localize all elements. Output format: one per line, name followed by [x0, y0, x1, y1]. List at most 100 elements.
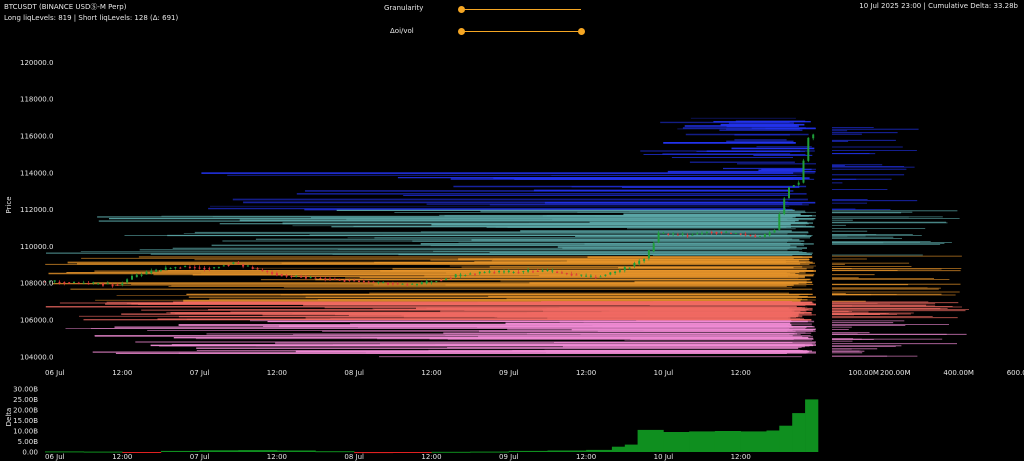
candle-body — [710, 232, 713, 234]
profile-axis-tick-label: 400.00M — [943, 369, 974, 377]
candle-body — [140, 274, 143, 276]
candle-body — [454, 274, 457, 278]
candle-body — [111, 284, 114, 287]
candle-body — [623, 267, 626, 271]
candle-body — [348, 280, 351, 282]
price-axis-label: Price — [5, 196, 13, 213]
candle-body — [503, 271, 505, 273]
candle-body — [319, 278, 322, 279]
candle-body — [532, 271, 534, 273]
candle-body — [763, 234, 766, 237]
candle-body — [488, 271, 491, 273]
candle-body — [217, 266, 220, 268]
delta-axis-label: Delta — [5, 408, 13, 427]
delta-bar — [766, 430, 780, 452]
candle-body — [401, 283, 404, 285]
candle-body — [430, 281, 433, 283]
candle-body — [792, 185, 795, 187]
candle-body — [657, 232, 660, 243]
candle-body — [58, 281, 61, 284]
delta-time-axis-tick-label: 12:00 — [267, 453, 287, 461]
candle-body — [271, 272, 274, 275]
candle-body — [82, 282, 85, 284]
candle-body — [546, 270, 549, 271]
delta-axis-tick-label: 20.00B — [13, 406, 38, 414]
candle-body — [203, 267, 206, 270]
candle-body — [483, 271, 486, 273]
candle-body — [522, 271, 525, 273]
candle-body — [580, 274, 583, 276]
candle-body — [449, 278, 452, 280]
delta-bar — [637, 429, 664, 452]
delta-time-axis-tick-label: 07 Jul — [190, 453, 210, 461]
candle-body — [227, 265, 230, 266]
candle-body — [686, 235, 689, 237]
candle-body — [97, 283, 100, 285]
delta-bar — [624, 444, 638, 452]
profile-gap — [819, 44, 828, 366]
candle-body — [469, 273, 472, 275]
delta-bar — [611, 446, 626, 452]
candle-body — [121, 283, 124, 285]
candle-body — [174, 267, 177, 269]
candle-body — [155, 269, 158, 272]
time-axis-tick-label: 12:00 — [576, 369, 596, 377]
candle-body — [778, 214, 781, 230]
candle-body — [367, 281, 370, 283]
candle-body — [362, 281, 365, 283]
time-axis-tick-label: 07 Jul — [190, 369, 210, 377]
profile-axis-tick-label: 100.00M — [848, 369, 879, 377]
candle-body — [749, 234, 752, 236]
delta-time-axis-tick-label: 12:00 — [731, 453, 751, 461]
candle-body — [387, 282, 389, 285]
candle-body — [638, 260, 641, 264]
candle-body — [744, 234, 747, 236]
candle-body — [498, 271, 501, 273]
delta-bar — [714, 431, 741, 452]
candle-body — [445, 278, 447, 280]
candle-body — [618, 270, 621, 272]
candle-body — [261, 269, 264, 271]
candle-body — [599, 276, 602, 278]
price-axis-tick-label: 108000.0 — [20, 280, 53, 288]
candle-body — [150, 270, 153, 274]
delta-bar — [792, 413, 806, 452]
candle-body — [285, 275, 288, 277]
candle-body — [237, 263, 240, 264]
candle-body — [92, 282, 95, 284]
candle-body — [773, 230, 776, 233]
candle-body — [126, 279, 129, 283]
candle-body — [739, 233, 742, 235]
delta-axis-tick-label: 25.00B — [13, 396, 38, 404]
candle-body — [614, 271, 617, 274]
candle-body — [329, 278, 331, 281]
candle-body — [333, 279, 336, 281]
time-axis-tick-label: 12:00 — [267, 369, 287, 377]
profile-axis-tick-label: 200.00M — [880, 369, 911, 377]
candle-body — [802, 160, 805, 183]
candle-body — [705, 231, 708, 233]
candle-body — [589, 275, 592, 277]
candle-body — [77, 282, 80, 284]
delta-time-axis-tick-label: 10 Jul — [654, 453, 674, 461]
candle-body — [725, 231, 728, 233]
candle-body — [256, 268, 259, 270]
candle-body — [565, 273, 568, 275]
candle-body — [309, 277, 312, 279]
candle-body — [807, 137, 810, 161]
candle-body — [783, 198, 786, 214]
price-axis-tick-label: 112000.0 — [20, 206, 53, 214]
candle-body — [188, 266, 191, 268]
chart-canvas[interactable]: Price 104000.0 106000.0 108000.0 110000.0 112… — [0, 0, 1024, 461]
candle-body — [198, 267, 201, 269]
candle-body — [681, 233, 684, 235]
candle-body — [169, 267, 172, 269]
candle-body — [575, 274, 578, 276]
delta-bar — [508, 450, 548, 452]
delta-bar — [547, 450, 587, 452]
candle-body — [730, 232, 732, 234]
candle-body — [242, 264, 245, 267]
candle-body — [527, 269, 530, 272]
delta-time-axis-tick-label: 06 Jul — [45, 453, 65, 461]
delta-time-axis-tick-label: 12:00 — [421, 453, 441, 461]
